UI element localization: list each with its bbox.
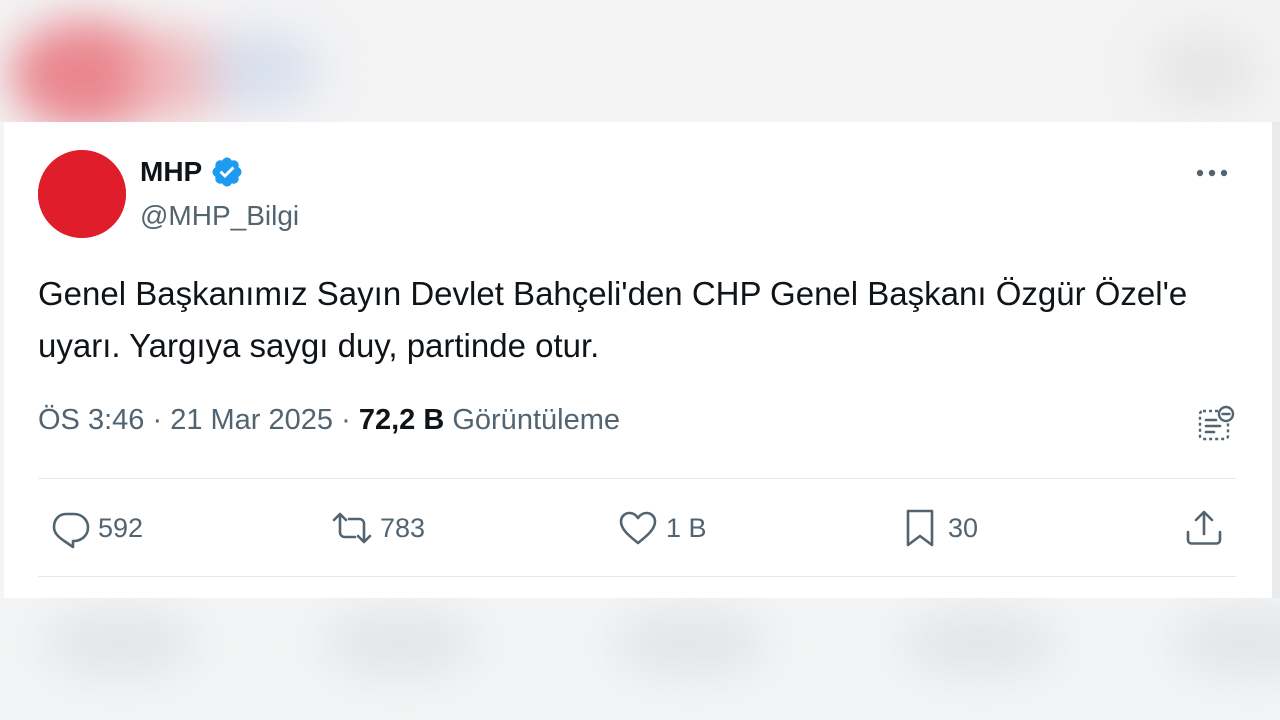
- tweet-time[interactable]: ÖS 3:46: [38, 404, 144, 436]
- blurred-shape: [900, 608, 1060, 678]
- analytics-icon[interactable]: [1194, 402, 1238, 446]
- bookmark-button[interactable]: 30: [898, 506, 978, 550]
- like-button[interactable]: 1 B: [616, 506, 707, 550]
- bookmark-count: 30: [948, 513, 979, 543]
- author-name[interactable]: MHP: [140, 152, 202, 192]
- blurred-shape: [1150, 30, 1260, 110]
- views-count: 72,2 B: [358, 404, 445, 436]
- backdrop-edge: [1272, 122, 1280, 598]
- tweet-meta: ÖS 3:46 · 21 Mar 2025 · 72,2 B Görüntüle…: [38, 400, 620, 440]
- blurred-backdrop-bottom: [0, 598, 1280, 720]
- retweet-count: 783: [380, 513, 426, 543]
- meta-separator: ·: [341, 404, 351, 436]
- more-options-icon[interactable]: [1190, 158, 1234, 188]
- views-label: Görüntüleme: [452, 404, 620, 436]
- divider: [38, 478, 1236, 479]
- blurred-shape: [1170, 608, 1280, 678]
- blurred-shape: [40, 608, 200, 678]
- retweet-button[interactable]: 783: [330, 506, 425, 550]
- heart-icon: [619, 511, 657, 545]
- blurred-backdrop-top: [0, 0, 1280, 122]
- blurred-shape: [200, 30, 320, 110]
- verified-badge-icon: [212, 157, 242, 187]
- author-handle[interactable]: @MHP_Bilgi: [140, 196, 299, 236]
- share-icon: [1186, 510, 1222, 545]
- reply-button[interactable]: 592: [48, 506, 143, 550]
- mhp-crescents-logo-icon: [38, 150, 126, 238]
- author-name-row: MHP: [140, 152, 244, 192]
- reply-count: 592: [98, 513, 144, 543]
- tweet-card: MHP @MHP_Bilgi Genel Başkanımız Sayın De…: [4, 122, 1272, 598]
- divider: [38, 576, 1236, 577]
- retweet-icon: [332, 512, 372, 544]
- blurred-shape: [320, 608, 480, 678]
- share-button[interactable]: [1182, 506, 1226, 550]
- like-count: 1 B: [666, 513, 707, 543]
- tweet-text: Genel Başkanımız Sayın Devlet Bahçeli'de…: [38, 275, 1188, 364]
- blurred-shape: [610, 608, 770, 678]
- bookmark-icon: [906, 509, 934, 547]
- reply-icon: [52, 512, 90, 549]
- tweet-date[interactable]: 21 Mar 2025: [170, 404, 333, 436]
- meta-separator: ·: [152, 404, 163, 436]
- avatar[interactable]: [38, 150, 126, 238]
